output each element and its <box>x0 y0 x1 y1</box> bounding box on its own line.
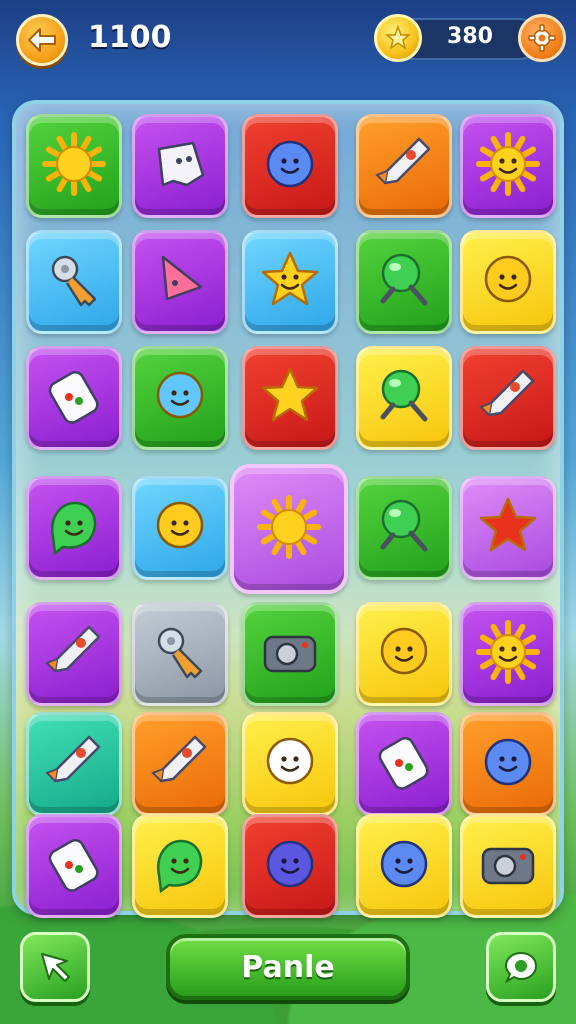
sun-icon <box>41 131 107 201</box>
smiling-sun-icon <box>475 619 541 689</box>
top-hud: 1100 380 <box>0 0 576 80</box>
cone-icon <box>41 729 107 799</box>
smiling-flower-icon <box>475 131 541 201</box>
chat-bubble-icon <box>504 951 538 984</box>
sun-icon <box>256 494 322 564</box>
smiley-icon <box>147 493 213 563</box>
purple-ball-icon <box>257 831 323 901</box>
green-blob-icon <box>147 831 213 901</box>
pin-icon <box>371 493 437 563</box>
board-tile[interactable] <box>132 602 228 706</box>
board-tile[interactable] <box>26 346 122 450</box>
board-tile[interactable] <box>132 476 228 580</box>
ufo-icon <box>147 729 213 799</box>
board-tile[interactable] <box>460 346 556 450</box>
main-action-label: Panle <box>241 949 335 985</box>
magnifier-orb-icon <box>371 363 437 433</box>
green-balloon-icon <box>371 831 437 901</box>
card-icon <box>41 363 107 433</box>
rocket-icon <box>475 363 541 433</box>
balloon-face-icon <box>147 363 213 433</box>
bottle-icon <box>41 831 107 901</box>
flag-icon <box>147 247 213 317</box>
hint-button[interactable] <box>20 932 90 1002</box>
red-star-icon <box>475 493 541 563</box>
star-coin-icon <box>374 14 422 62</box>
board-tile[interactable] <box>242 114 338 218</box>
board-tile[interactable] <box>460 712 556 816</box>
back-button[interactable] <box>16 14 68 66</box>
key-icon <box>41 247 107 317</box>
board-tile[interactable] <box>460 476 556 580</box>
coin-value: 380 <box>447 24 493 49</box>
board-tile[interactable] <box>460 114 556 218</box>
board-tile[interactable] <box>242 602 338 706</box>
board-tile[interactable] <box>356 346 452 450</box>
arrow-up-left-icon <box>41 953 70 982</box>
board-tile[interactable] <box>460 230 556 334</box>
gear-icon <box>528 24 556 52</box>
chat-button[interactable] <box>486 932 556 1002</box>
camera-icon <box>475 831 541 901</box>
settings-button[interactable] <box>518 14 566 62</box>
green-blob-icon <box>41 493 107 563</box>
rocket-icon <box>41 619 107 689</box>
board-tile[interactable] <box>26 602 122 706</box>
board-tile[interactable] <box>26 230 122 334</box>
game-board <box>12 100 564 918</box>
star-icon <box>257 363 323 433</box>
pin-icon <box>371 247 437 317</box>
board-tile[interactable] <box>230 464 348 594</box>
board-tile[interactable] <box>356 602 452 706</box>
key-icon <box>147 619 213 689</box>
board-tile[interactable] <box>132 814 228 918</box>
happy-ghost-icon <box>257 729 323 799</box>
board-tile[interactable] <box>242 230 338 334</box>
arrow-left-icon <box>28 28 56 52</box>
board-tile[interactable] <box>242 814 338 918</box>
yellow-star-creature-icon <box>257 247 323 317</box>
camera-icon <box>257 619 323 689</box>
bottom-bar: Panle <box>0 920 576 1024</box>
board-tile[interactable] <box>132 346 228 450</box>
board-tile[interactable] <box>26 712 122 816</box>
smiley-balloon-icon <box>475 247 541 317</box>
smiley-icon <box>371 619 437 689</box>
board-tile[interactable] <box>356 114 452 218</box>
board-tile[interactable] <box>460 602 556 706</box>
rocket-icon <box>371 131 437 201</box>
board-tile[interactable] <box>356 712 452 816</box>
board-tile[interactable] <box>356 814 452 918</box>
board-tile[interactable] <box>460 814 556 918</box>
ghost-icon <box>147 131 213 201</box>
board-tile[interactable] <box>26 476 122 580</box>
score-value: 1100 <box>88 20 172 55</box>
blue-monster-icon <box>257 131 323 201</box>
main-action-button[interactable]: Panle <box>166 934 410 1000</box>
blue-gear-face-icon <box>475 729 541 799</box>
board-tile[interactable] <box>26 814 122 918</box>
board-tile[interactable] <box>132 114 228 218</box>
board-tile[interactable] <box>132 230 228 334</box>
board-tile[interactable] <box>356 476 452 580</box>
card-icon <box>371 729 437 799</box>
board-tile[interactable] <box>356 230 452 334</box>
board-tile[interactable] <box>242 712 338 816</box>
board-tile[interactable] <box>132 712 228 816</box>
board-tile[interactable] <box>242 346 338 450</box>
board-tile[interactable] <box>26 114 122 218</box>
